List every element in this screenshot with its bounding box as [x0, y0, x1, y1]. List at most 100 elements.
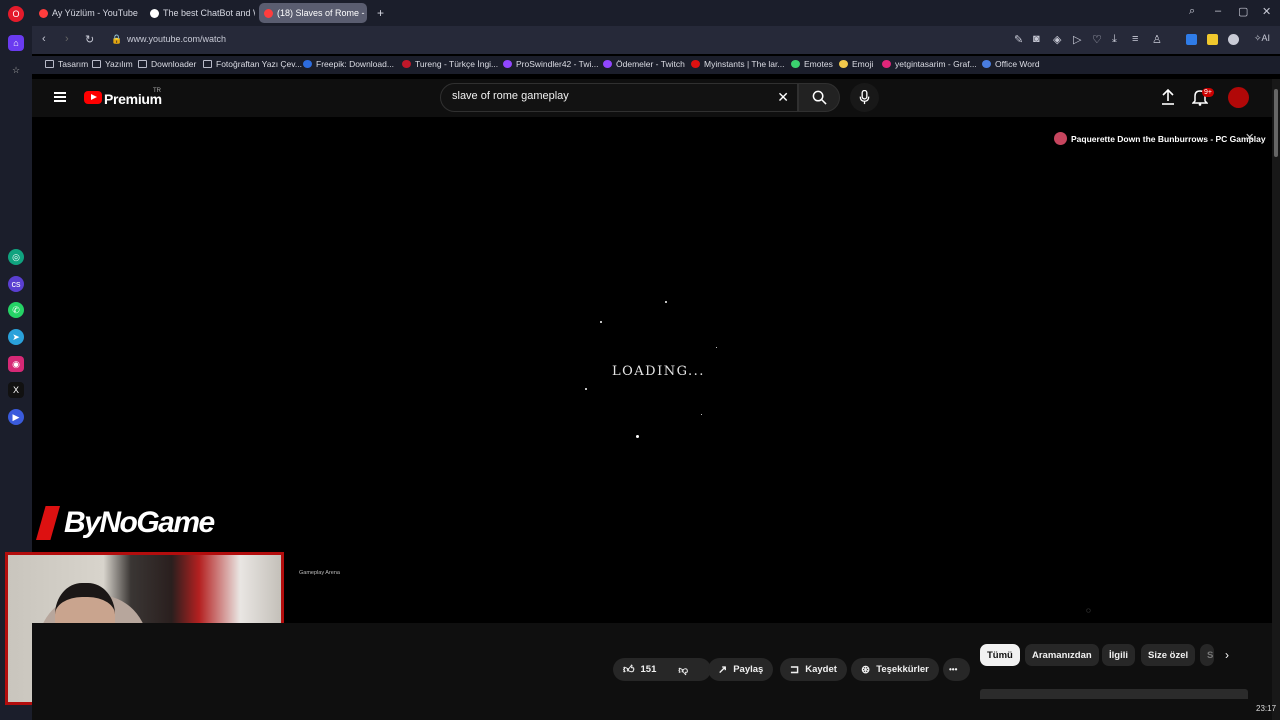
bookmark-label: Tureng - Türkçe İngi...	[415, 59, 499, 69]
up-next-card[interactable]: Paquerette Down the Bunburrows - PC Gamp…	[1054, 132, 1266, 145]
search-input[interactable]	[452, 90, 762, 102]
myinstants-icon	[691, 60, 700, 68]
bookmark-folder[interactable]: Yazılım	[92, 59, 133, 69]
chatgpt-icon[interactable]: ◎	[8, 249, 24, 265]
thanks-label: Teşekkürler	[876, 664, 929, 675]
channel-avatar	[1054, 132, 1067, 145]
search-button[interactable]	[798, 83, 840, 112]
video-player[interactable]: LOADING... Paquerette Down the Bunburrow…	[5, 118, 1272, 708]
tab-ay-yuzlum[interactable]: Ay Yüzlüm - YouTube	[34, 3, 142, 23]
save-bookmark-icon: ⊐	[790, 664, 800, 676]
taskbar-clock: 23:17	[1256, 704, 1277, 713]
more-actions-button[interactable]: •••	[943, 658, 970, 681]
cursor-spinner-icon: ◌	[1086, 606, 1091, 615]
youtube-header: Premium TR ✕ 9+	[32, 79, 1272, 117]
url-field[interactable]: www.youtube.com/watch	[127, 34, 226, 44]
maximize-icon[interactable]: ▢	[1238, 5, 1248, 18]
bookmark-label: Freepik: Download...	[316, 59, 394, 69]
chevron-right-icon[interactable]: ›	[1225, 648, 1229, 662]
like-count[interactable]: 151	[641, 664, 657, 675]
emotes-icon	[791, 60, 800, 68]
tab-label: The best ChatBot and Wid	[163, 8, 255, 18]
bookmark-link[interactable]: yetgintasarim - Graf...	[882, 59, 977, 69]
tab-slaves-of-rome[interactable]: (18) Slaves of Rome -	[259, 3, 367, 23]
play-icon[interactable]: ▷	[1073, 33, 1081, 46]
office-word-icon	[982, 60, 991, 68]
edit-icon[interactable]: ✎	[1014, 33, 1023, 46]
microphone-icon	[859, 90, 870, 105]
region-code: TR	[153, 88, 161, 94]
hamburger-menu-icon[interactable]	[54, 92, 66, 102]
particle-dot	[701, 414, 702, 415]
particle-dot	[600, 321, 602, 323]
screen: O ⌂ ☆ ◎ cs ✆ ➤ ◉ X ▶ Ay Yüzlüm - YouTube…	[0, 0, 1280, 720]
save-label: Kaydet	[805, 664, 837, 675]
camera-icon[interactable]: ◙	[1033, 33, 1040, 45]
like-dislike-group: 👍︎ 151 👎︎	[613, 658, 711, 681]
ai-icon[interactable]: ✧AI	[1254, 33, 1270, 44]
search-tabs-icon[interactable]: ⌕	[1189, 5, 1195, 18]
voice-search-button[interactable]	[850, 83, 879, 112]
close-window-icon[interactable]: ✕	[1262, 5, 1271, 18]
search-icon	[812, 90, 827, 105]
chip-from-search[interactable]: Aramanızdan	[1025, 644, 1099, 666]
close-up-next-icon[interactable]: ✕	[1245, 131, 1254, 144]
bookmark-link[interactable]: Myinstants | The lar...	[691, 59, 784, 69]
whatsapp-icon[interactable]: ✆	[8, 302, 24, 318]
tab-chatbot[interactable]: The best ChatBot and Wid	[145, 3, 255, 23]
chip-truncated[interactable]: S	[1200, 644, 1214, 666]
bookmark-link[interactable]: Office Word	[982, 59, 1040, 69]
bookmark-folder[interactable]: Tasarım	[45, 59, 88, 69]
page-scrollbar[interactable]	[1272, 79, 1280, 720]
tab-strip: Ay Yüzlüm - YouTube The best ChatBot and…	[32, 0, 1280, 26]
upload-icon[interactable]	[1160, 88, 1176, 106]
bookmark-folder[interactable]: Fotoğraftan Yazı Çev...	[203, 59, 302, 69]
home-icon[interactable]: ⌂	[8, 35, 24, 51]
x-twitter-icon[interactable]: X	[8, 382, 24, 398]
profile-icon[interactable]: ♙	[1152, 33, 1162, 46]
thanks-button[interactable]: ⊛ Teşekkürler	[851, 658, 939, 681]
extension-icon[interactable]	[1186, 34, 1197, 45]
folder-icon	[138, 60, 147, 68]
telegram-icon[interactable]: ➤	[8, 329, 24, 345]
save-button[interactable]: ⊐ Kaydet	[780, 658, 847, 681]
like-icon[interactable]: 👍︎	[623, 663, 635, 676]
bookmark-link[interactable]: Freepik: Download...	[303, 59, 394, 69]
bookmark-link[interactable]: Emotes	[791, 59, 833, 69]
chip-for-you[interactable]: Size özel	[1141, 644, 1196, 666]
bookmark-link[interactable]: Tureng - Türkçe İngi...	[402, 59, 498, 69]
instagram-icon[interactable]: ◉	[8, 356, 24, 372]
new-tab-button[interactable]: +	[372, 3, 388, 23]
shield-icon[interactable]: ◈	[1053, 33, 1061, 46]
reload-icon[interactable]: ↻	[85, 33, 94, 46]
recommended-thumbnail[interactable]	[980, 689, 1248, 699]
player-icon[interactable]: ▶	[8, 409, 24, 425]
account-avatar[interactable]	[1228, 87, 1249, 108]
extension-icon[interactable]	[1207, 34, 1218, 45]
chip-all[interactable]: Tümü	[980, 644, 1020, 666]
youtube-logo-icon[interactable]	[84, 91, 102, 104]
minimize-icon[interactable]: –	[1215, 5, 1221, 17]
menu-icon[interactable]: ≡	[1132, 33, 1138, 45]
share-button[interactable]: ↗ Paylaş	[708, 658, 774, 681]
bookmark-link[interactable]: ProSwindler42 - Twi...	[503, 59, 599, 69]
download-icon[interactable]: ⤓	[1112, 33, 1117, 46]
chip-related[interactable]: İlgili	[1102, 644, 1135, 666]
extension-icon[interactable]	[1228, 34, 1239, 45]
clear-search-icon[interactable]: ✕	[777, 89, 789, 106]
dislike-icon[interactable]: 👎︎	[678, 664, 688, 676]
bookmark-link[interactable]: Ödemeler - Twitch	[603, 59, 685, 69]
up-next-title: Paquerette Down the Bunburrows - PC Gamp…	[1071, 133, 1266, 144]
opera-logo-icon[interactable]: O	[8, 6, 24, 22]
bookmark-label: Office Word	[995, 59, 1040, 69]
back-icon[interactable]: ‹	[42, 33, 46, 45]
bookmark-link[interactable]: Emoji	[839, 59, 873, 69]
scrollbar-thumb[interactable]	[1274, 89, 1278, 157]
bookmark-folder[interactable]: Downloader	[138, 59, 196, 69]
tab-label: (18) Slaves of Rome -	[277, 8, 365, 18]
bookmark-star-icon[interactable]: ☆	[8, 62, 24, 78]
cs-app-icon[interactable]: cs	[8, 276, 24, 292]
bookmark-label: ProSwindler42 - Twi...	[516, 59, 599, 69]
forward-icon[interactable]: ›	[65, 33, 69, 45]
heart-icon[interactable]: ♡	[1092, 33, 1102, 46]
